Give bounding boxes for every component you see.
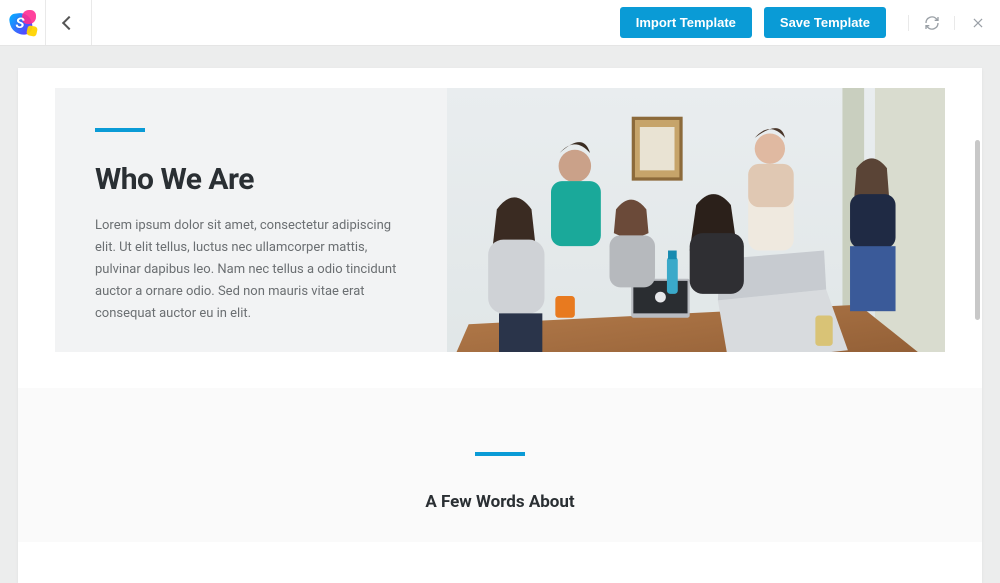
toolbar-actions: Import Template Save Template	[620, 0, 1000, 45]
editor-canvas-wrap: Who We Are Lorem ipsum dolor sit amet, c…	[0, 46, 1000, 583]
who-we-are-section[interactable]: Who We Are Lorem ipsum dolor sit amet, c…	[55, 88, 945, 352]
who-we-are-image[interactable]	[447, 88, 945, 352]
back-button[interactable]	[46, 0, 92, 45]
who-we-are-text: Who We Are Lorem ipsum dolor sit amet, c…	[55, 88, 447, 352]
editor-canvas[interactable]: Who We Are Lorem ipsum dolor sit amet, c…	[18, 68, 982, 583]
close-button[interactable]	[954, 16, 1000, 30]
few-words-section[interactable]: A Few Words About	[18, 388, 982, 542]
team-photo	[447, 88, 945, 352]
accent-bar	[95, 128, 145, 132]
top-toolbar: S Import Template Save Template	[0, 0, 1000, 46]
chevron-left-icon	[61, 15, 75, 29]
app-logo[interactable]: S	[0, 0, 46, 45]
who-we-are-title: Who We Are	[95, 162, 415, 197]
close-icon	[971, 16, 985, 30]
save-template-button[interactable]: Save Template	[764, 7, 886, 38]
refresh-icon	[924, 15, 940, 31]
refresh-button[interactable]	[908, 15, 954, 31]
import-template-button[interactable]: Import Template	[620, 7, 752, 38]
logo-icon: S	[10, 10, 36, 36]
scrollbar-thumb[interactable]	[975, 140, 980, 320]
who-we-are-body: Lorem ipsum dolor sit amet, consectetur …	[95, 215, 415, 325]
few-words-title: A Few Words About	[18, 492, 982, 512]
accent-bar	[475, 452, 525, 456]
